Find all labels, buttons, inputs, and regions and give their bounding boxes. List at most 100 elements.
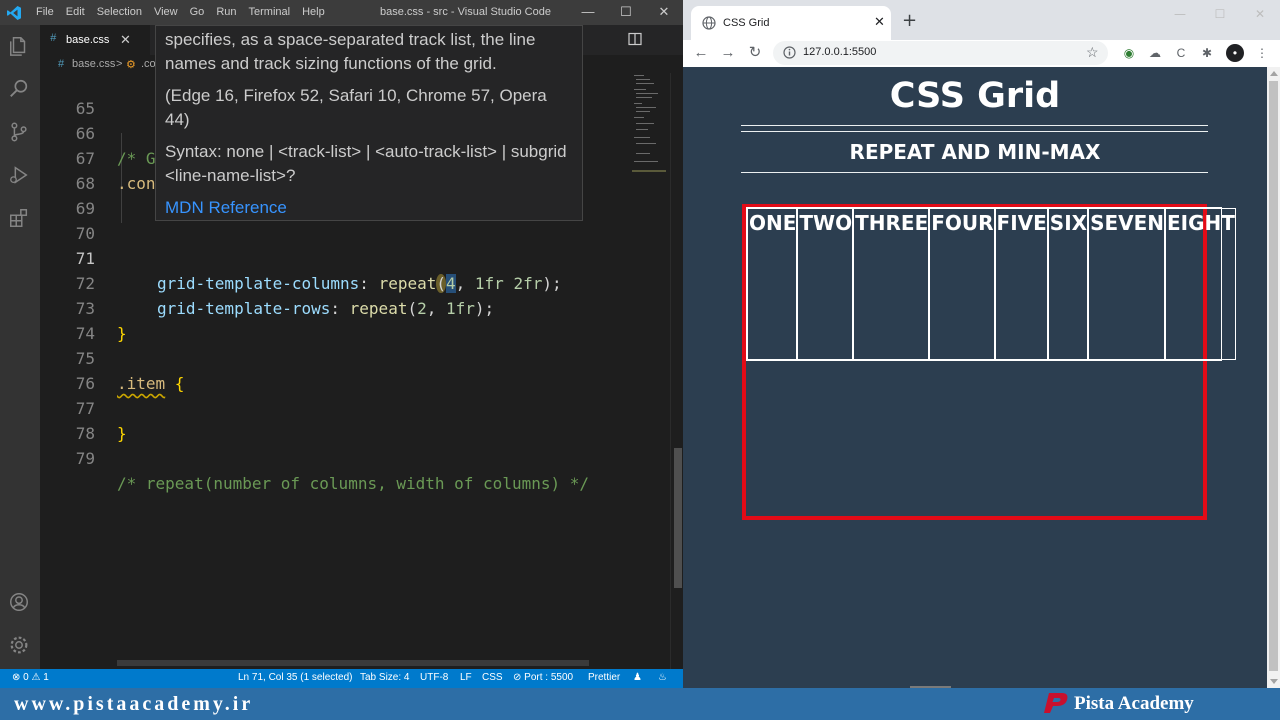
mdn-reference-link[interactable]: MDN Reference [165, 196, 575, 220]
tab-size[interactable]: Tab Size: 4 [360, 672, 409, 683]
grid-item: TWO [797, 208, 854, 360]
window-controls: — ☐ ✕ [569, 0, 683, 25]
feedback-icon[interactable]: ♟ [633, 672, 642, 683]
menu-go[interactable]: Go [190, 6, 205, 18]
problems-indicator[interactable]: ⊗ 0 ⚠ 1 [12, 672, 49, 683]
browser-tab-title: CSS Grid [723, 17, 770, 29]
bookmark-star-icon[interactable]: ☆ [1086, 44, 1099, 61]
settings-gear-icon[interactable] [8, 634, 32, 658]
browser-maximize-button[interactable]: ☐ [1200, 0, 1240, 28]
line-number: 79 [75, 449, 95, 468]
browser-minimize-button[interactable]: — [1160, 0, 1200, 28]
divider [741, 125, 1208, 126]
code-line: 74 [40, 296, 630, 343]
prettier-status[interactable]: Prettier [588, 672, 620, 683]
back-arrow-icon[interactable]: ← [691, 43, 711, 63]
page-vertical-scrollbar[interactable] [1267, 67, 1280, 688]
address-bar[interactable]: 127.0.0.1:5500 ☆ [773, 41, 1108, 65]
extensions-puzzle-icon[interactable]: ✱ [1198, 44, 1216, 62]
tab-close-icon[interactable]: ✕ [120, 32, 131, 48]
run-debug-icon[interactable] [8, 164, 32, 188]
browser-window: CSS Grid ✕ + — ☐ ✕ ← → ↻ 127.0.0.1:5500 … [683, 0, 1280, 688]
extension-icon[interactable]: ◉ [1120, 44, 1138, 62]
menu-selection[interactable]: Selection [97, 6, 142, 18]
browser-tab-close-icon[interactable]: ✕ [874, 14, 885, 30]
status-bar: ⊗ 0 ⚠ 1 Ln 71, Col 35 (1 selected) Tab S… [0, 669, 683, 688]
close-window-button[interactable]: ✕ [645, 0, 683, 25]
encoding[interactable]: UTF-8 [420, 672, 448, 683]
profile-avatar[interactable]: • [1226, 44, 1244, 62]
scroll-up-arrow-icon[interactable] [1270, 71, 1278, 76]
tab-base-css[interactable]: # base.css ✕ [40, 25, 150, 55]
cursor-position[interactable]: Ln 71, Col 35 (1 selected) [238, 672, 353, 683]
grid-item: SEVEN [1088, 208, 1166, 360]
breadcrumb-symbol[interactable]: .co [141, 58, 156, 70]
code-line: 73 } [40, 271, 630, 343]
menu-edit[interactable]: Edit [66, 6, 85, 18]
menu-terminal[interactable]: Terminal [249, 6, 291, 18]
vscode-titlebar: File Edit Selection View Go Run Terminal… [0, 0, 683, 25]
hover-tooltip: specifies, as a space-separated track li… [155, 25, 583, 221]
menu-help[interactable]: Help [302, 6, 325, 18]
language-mode[interactable]: CSS [482, 672, 503, 683]
browser-window-controls: — ☐ ✕ [1160, 0, 1280, 28]
extensions-icon[interactable] [8, 207, 32, 231]
menu-run[interactable]: Run [216, 6, 236, 18]
scroll-down-arrow-icon[interactable] [1270, 679, 1278, 684]
divider [741, 172, 1208, 173]
page-subtitle: REPEAT AND MIN-MAX [849, 140, 1101, 164]
browser-tabstrip: CSS Grid ✕ + — ☐ ✕ [683, 0, 1280, 40]
code-line: 79 /* repeat(number of columns, width of… [40, 421, 630, 493]
search-icon[interactable] [8, 78, 32, 102]
vscode-window: File Edit Selection View Go Run Terminal… [0, 0, 683, 688]
grid-item: SIX [1047, 208, 1089, 360]
vscode-logo-icon [7, 6, 21, 20]
explorer-icon[interactable] [8, 35, 32, 59]
grid-item: THREE [853, 208, 930, 360]
breadcrumb-file[interactable]: base.css [72, 58, 115, 70]
live-server-port[interactable]: ⊘ Port : 5500 [513, 672, 573, 683]
forward-arrow-icon[interactable]: → [718, 43, 738, 63]
url-text: 127.0.0.1:5500 [803, 46, 877, 58]
site-info-icon[interactable] [783, 46, 796, 59]
code-line: 75 .item { [40, 321, 630, 393]
grid-container: ONE TWO THREE FOUR FIVE SIX SEVEN EIGHT [746, 207, 1236, 361]
accounts-icon[interactable] [8, 591, 32, 615]
breadcrumb-css-icon: # [58, 58, 65, 70]
scrollbar-thumb[interactable] [1269, 81, 1278, 671]
line-ending[interactable]: LF [460, 672, 472, 683]
watermark-bar: www.pistaacademy.ir Pista Academy [0, 688, 1280, 720]
scrollbar-thumb[interactable] [674, 448, 682, 588]
css-file-icon: # [50, 33, 57, 45]
browser-menu-icon[interactable]: ⋮ [1253, 44, 1271, 62]
browser-close-button[interactable]: ✕ [1240, 0, 1280, 28]
hover-browser-support: (Edge 16, Firefox 52, Safari 10, Chrome … [165, 86, 547, 129]
minimap[interactable] [630, 73, 670, 193]
hover-description: specifies, as a space-separated track li… [165, 30, 536, 73]
editor-horizontal-scrollbar[interactable] [117, 660, 589, 666]
grid-item: FOUR [929, 208, 995, 360]
code-extension-icon[interactable]: C [1172, 44, 1190, 62]
watermark-url: www.pistaacademy.ir [14, 693, 254, 715]
split-editor-icon[interactable] [628, 32, 642, 46]
browser-tab[interactable]: CSS Grid ✕ [691, 6, 891, 40]
minimize-button[interactable]: — [569, 0, 607, 25]
grid-item: FIVE [994, 208, 1048, 360]
hover-syntax: Syntax: none | <track-list> | <auto-trac… [165, 142, 567, 185]
reload-icon[interactable]: ↻ [745, 43, 765, 63]
watermark-brand-name: Pista Academy [1074, 693, 1194, 714]
pista-logo-icon [1044, 693, 1068, 713]
new-tab-button[interactable]: + [902, 10, 917, 31]
notifications-bell-icon[interactable]: ♨ [658, 672, 667, 683]
code-line-active: 71 grid-template-columns: repeat(4, 1fr … [40, 221, 630, 293]
code-line: 72 grid-template-rows: repeat(2, 1fr); [40, 246, 630, 318]
divider [741, 131, 1208, 132]
maximize-button[interactable]: ☐ [607, 0, 645, 25]
globe-icon [702, 16, 716, 30]
editor-vertical-scrollbar[interactable] [670, 73, 683, 669]
menu-view[interactable]: View [154, 6, 178, 18]
grid-item: ONE [747, 208, 798, 360]
cloud-extension-icon[interactable]: ☁ [1146, 44, 1164, 62]
menu-file[interactable]: File [36, 6, 54, 18]
source-control-icon[interactable] [8, 121, 32, 145]
